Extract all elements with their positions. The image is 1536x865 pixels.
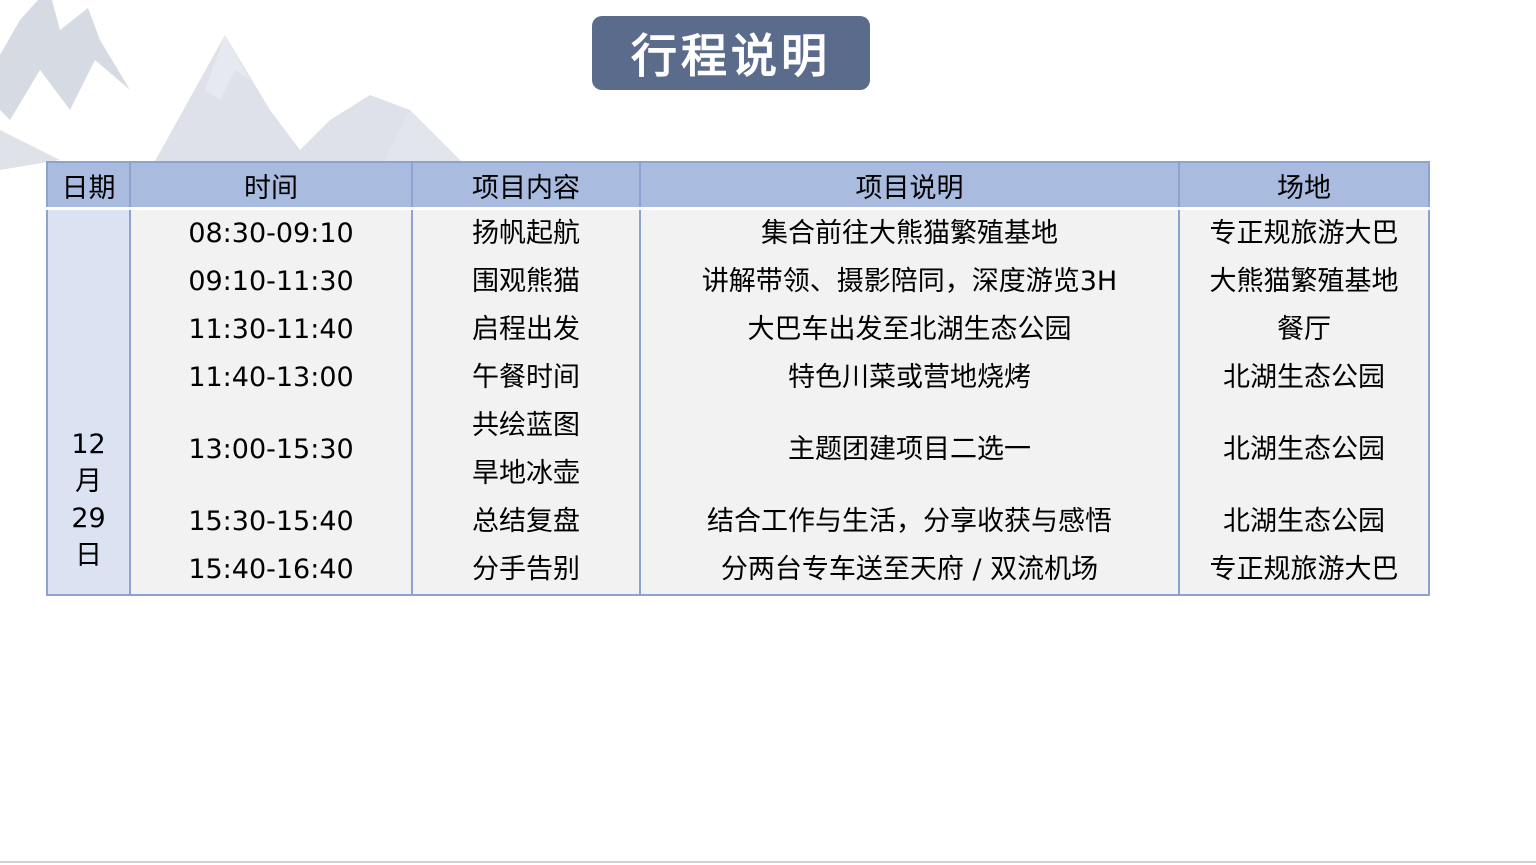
item-line: 共绘蓝图 [472,410,580,441]
title-banner: 行程说明 [592,16,870,90]
time-cell: 11:40-13:00 [129,354,412,402]
table-row: 15:40-16:40 分手告别 分两台专车送至天府 / 双流机场 专正规旅游大… [47,546,1429,595]
bottom-divider [0,861,1536,863]
item-cell: 启程出发 [411,306,640,354]
item-line: 旱地冰壶 [472,458,580,489]
date-part: 月 [75,466,102,497]
description-cell: 特色川菜或营地烧烤 [639,354,1179,402]
item-cell: 共绘蓝图 旱地冰壶 [411,402,640,498]
description-cell: 分两台专车送至天府 / 双流机场 [639,546,1179,595]
venue-cell: 大熊猫繁殖基地 [1178,258,1429,306]
table-row: 11:30-11:40 启程出发 大巴车出发至北湖生态公园 餐厅 [47,306,1429,354]
item-cell: 围观熊猫 [411,258,640,306]
description-cell: 集合前往大熊猫繁殖基地 [639,208,1179,258]
venue-cell: 北湖生态公园 [1178,498,1429,546]
item-cell: 分手告别 [411,546,640,595]
time-cell: 11:30-11:40 [129,306,412,354]
venue-cell: 专正规旅游大巴 [1178,208,1429,258]
header-item: 项目内容 [411,162,640,210]
time-cell: 09:10-11:30 [129,258,412,306]
table-row: 13:00-15:30 共绘蓝图 旱地冰壶 主题团建项目二选一 北湖生态公园 [47,402,1429,498]
venue-cell: 北湖生态公园 [1178,402,1429,498]
time-cell: 08:30-09:10 [129,208,412,258]
date-part: 12 [71,429,106,460]
table-row: 15:30-15:40 总结复盘 结合工作与生活，分享收获与感悟 北湖生态公园 [47,498,1429,546]
header-venue: 场地 [1178,162,1429,210]
header-description: 项目说明 [639,162,1179,210]
venue-cell: 北湖生态公园 [1178,354,1429,402]
venue-cell: 专正规旅游大巴 [1178,546,1429,595]
description-cell: 主题团建项目二选一 [639,402,1179,498]
header-time: 时间 [129,162,412,210]
date-part: 日 [75,540,102,571]
time-cell: 15:40-16:40 [129,546,412,595]
table-header-row: 日期 时间 项目内容 项目说明 场地 [47,162,1429,210]
table-row: 11:40-13:00 午餐时间 特色川菜或营地烧烤 北湖生态公园 [47,354,1429,402]
schedule-table: 日期 时间 项目内容 项目说明 场地 12 月 29 日 08:30-09:10… [46,161,1430,596]
page-title: 行程说明 [631,29,831,83]
header-date: 日期 [47,162,130,210]
description-cell: 讲解带领、摄影陪同，深度游览3H [639,258,1179,306]
item-cell: 午餐时间 [411,354,640,402]
mountain-decoration [0,0,470,170]
table-row: 09:10-11:30 围观熊猫 讲解带领、摄影陪同，深度游览3H 大熊猫繁殖基… [47,258,1429,306]
date-cell: 12 月 29 日 [47,208,130,595]
time-cell: 15:30-15:40 [129,498,412,546]
venue-cell: 餐厅 [1178,306,1429,354]
item-cell: 总结复盘 [411,498,640,546]
table-row: 12 月 29 日 08:30-09:10 扬帆起航 集合前往大熊猫繁殖基地 专… [47,208,1429,595]
description-cell: 结合工作与生活，分享收获与感悟 [639,498,1179,546]
date-part: 29 [71,503,106,534]
item-cell: 扬帆起航 [411,208,640,258]
description-cell: 大巴车出发至北湖生态公园 [639,306,1179,354]
time-cell: 13:00-15:30 [129,402,412,498]
